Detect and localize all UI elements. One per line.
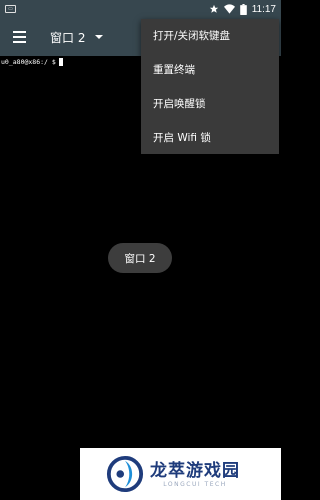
terminal-prompt: u0_a80@x86:/ $ bbox=[1, 58, 63, 66]
watermark: 龙萃游戏园 LONGCUI TECH bbox=[80, 448, 281, 500]
notification-icon: ▭ bbox=[5, 5, 16, 13]
star-icon bbox=[209, 4, 218, 13]
status-time: 11:17 bbox=[251, 3, 276, 15]
watermark-logo-icon bbox=[106, 455, 144, 493]
wifi-icon bbox=[223, 4, 235, 14]
toast: 窗口 2 bbox=[108, 243, 172, 273]
menu-item-wake-lock[interactable]: 开启唤醒锁 bbox=[141, 87, 279, 121]
battery-icon bbox=[239, 3, 247, 15]
window-selector[interactable]: 窗口 2 bbox=[50, 18, 104, 56]
hamburger-menu-icon[interactable] bbox=[0, 18, 38, 56]
dropdown-caret-icon bbox=[95, 35, 104, 39]
menu-item-wifi-lock[interactable]: 开启 Wifi 锁 bbox=[141, 120, 279, 154]
toast-text: 窗口 2 bbox=[124, 252, 156, 265]
status-bar: ▭ 11:17 bbox=[0, 0, 281, 18]
window-title: 窗口 2 bbox=[50, 30, 86, 45]
watermark-subtitle: LONGCUI TECH bbox=[163, 480, 227, 488]
watermark-title: 龙萃游戏园 bbox=[150, 460, 240, 481]
cursor bbox=[58, 58, 63, 66]
overflow-menu: 打开/关闭软键盘 重置终端 开启唤醒锁 开启 Wifi 锁 bbox=[141, 19, 279, 154]
menu-item-toggle-keyboard[interactable]: 打开/关闭软键盘 bbox=[141, 19, 279, 53]
prompt-text: u0_a80@x86:/ $ bbox=[1, 58, 56, 66]
menu-item-reset-terminal[interactable]: 重置终端 bbox=[141, 53, 279, 87]
